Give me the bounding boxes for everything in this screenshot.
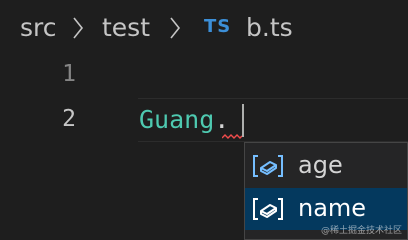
suggest-item-label: age — [298, 151, 343, 179]
code-line[interactable]: Guang. — [139, 104, 229, 136]
chevron-right-icon — [170, 17, 181, 39]
breadcrumb-item-file[interactable]: b.ts — [246, 12, 293, 44]
line-number-2: 2 — [62, 106, 76, 132]
breadcrumb-item-src[interactable]: src — [20, 12, 57, 44]
text-cursor — [242, 104, 244, 137]
code-dot: . — [214, 105, 230, 134]
typescript-file-icon: TS — [204, 16, 232, 37]
field-icon — [253, 198, 283, 220]
code-identifier: Guang — [139, 105, 215, 134]
watermark: @稀土掘金技术社区 — [320, 226, 402, 236]
breadcrumb-item-test[interactable]: test — [102, 12, 150, 44]
chevron-right-icon — [73, 17, 84, 39]
suggest-item-age[interactable]: age — [245, 145, 407, 187]
line-number-1: 1 — [62, 61, 76, 87]
suggest-item-label: name — [298, 194, 367, 222]
suggest-item-name[interactable]: name — [245, 188, 407, 230]
error-squiggle — [222, 134, 242, 139]
field-icon — [253, 155, 283, 177]
breadcrumb: src test TS b.ts — [0, 0, 408, 56]
